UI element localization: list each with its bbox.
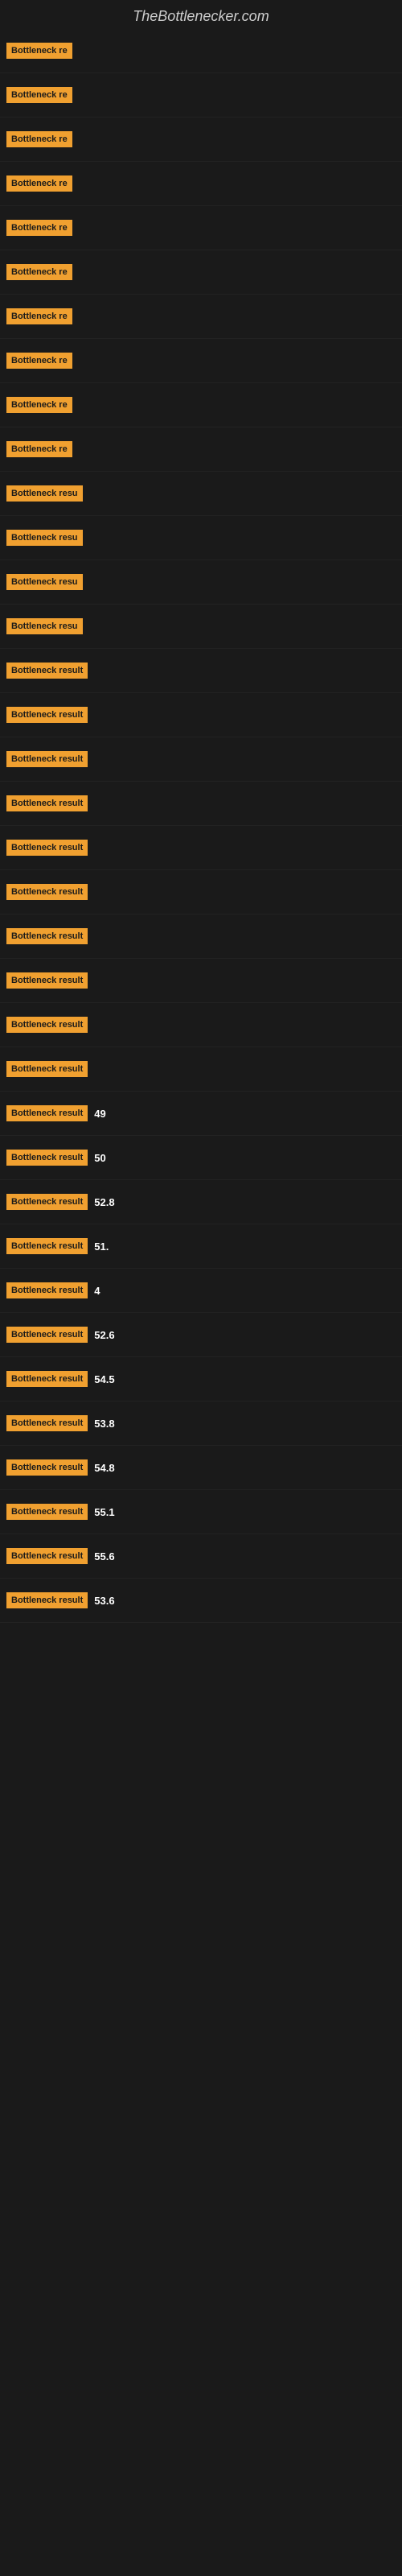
bottleneck-label: Bottleneck result — [6, 1548, 88, 1564]
bottleneck-label: Bottleneck resu — [6, 574, 83, 590]
bottleneck-value: 52.8 — [94, 1196, 114, 1208]
bottleneck-value: 53.6 — [94, 1595, 114, 1607]
table-row: Bottleneck result — [0, 737, 402, 782]
table-row: Bottleneck result — [0, 1047, 402, 1092]
bottleneck-value: 54.5 — [94, 1373, 114, 1385]
bottleneck-label: Bottleneck result — [6, 795, 88, 811]
table-row: Bottleneck result 50 — [0, 1136, 402, 1180]
table-row: Bottleneck result — [0, 782, 402, 826]
bottleneck-label: Bottleneck resu — [6, 485, 83, 502]
table-row: Bottleneck re — [0, 118, 402, 162]
bottleneck-label: Bottleneck result — [6, 1415, 88, 1431]
table-row: Bottleneck result 4 — [0, 1269, 402, 1313]
bottleneck-label: Bottleneck result — [6, 1504, 88, 1520]
table-row: Bottleneck result 53.6 — [0, 1579, 402, 1623]
bottleneck-label: Bottleneck result — [6, 707, 88, 723]
table-row: Bottleneck re — [0, 162, 402, 206]
bottleneck-value: 50 — [94, 1152, 105, 1164]
bottleneck-value: 53.8 — [94, 1418, 114, 1430]
bottleneck-label: Bottleneck resu — [6, 530, 83, 546]
table-row: Bottleneck resu — [0, 605, 402, 649]
table-row: Bottleneck result 54.5 — [0, 1357, 402, 1402]
table-row: Bottleneck result — [0, 826, 402, 870]
table-row: Bottleneck result 54.8 — [0, 1446, 402, 1490]
table-row: Bottleneck re — [0, 339, 402, 383]
bottleneck-value: 55.1 — [94, 1506, 114, 1518]
bottleneck-label: Bottleneck result — [6, 663, 88, 679]
bottleneck-label: Bottleneck result — [6, 1459, 88, 1476]
bottleneck-value: 51. — [94, 1241, 109, 1253]
bottleneck-label: Bottleneck result — [6, 972, 88, 989]
bottleneck-label: Bottleneck re — [6, 43, 72, 59]
table-row: Bottleneck result — [0, 1003, 402, 1047]
table-row: Bottleneck re — [0, 29, 402, 73]
bottleneck-label: Bottleneck re — [6, 308, 72, 324]
table-row: Bottleneck re — [0, 73, 402, 118]
bottleneck-label: Bottleneck re — [6, 264, 72, 280]
table-row: Bottleneck re — [0, 250, 402, 295]
table-row: Bottleneck result — [0, 914, 402, 959]
bottleneck-label: Bottleneck re — [6, 175, 72, 192]
table-row: Bottleneck result — [0, 870, 402, 914]
rows-container: Bottleneck re Bottleneck re Bottleneck re B… — [0, 29, 402, 1639]
bottleneck-label: Bottleneck resu — [6, 618, 83, 634]
table-row: Bottleneck result 53.8 — [0, 1402, 402, 1446]
bottleneck-label: Bottleneck result — [6, 1017, 88, 1033]
bottleneck-label: Bottleneck result — [6, 840, 88, 856]
bottleneck-label: Bottleneck result — [6, 1282, 88, 1298]
table-row: Bottleneck result 52.8 — [0, 1180, 402, 1224]
bottleneck-label: Bottleneck re — [6, 220, 72, 236]
bottleneck-label: Bottleneck re — [6, 87, 72, 103]
bottleneck-label: Bottleneck result — [6, 1105, 88, 1121]
table-row: Bottleneck result — [0, 693, 402, 737]
bottleneck-label: Bottleneck result — [6, 884, 88, 900]
bottleneck-label: Bottleneck result — [6, 1592, 88, 1608]
table-row: Bottleneck resu — [0, 560, 402, 605]
bottleneck-label: Bottleneck result — [6, 1371, 88, 1387]
table-row: Bottleneck resu — [0, 516, 402, 560]
table-row: Bottleneck result — [0, 649, 402, 693]
bottleneck-label: Bottleneck re — [6, 397, 72, 413]
bottleneck-value: 49 — [94, 1108, 105, 1120]
bottleneck-label: Bottleneck result — [6, 1194, 88, 1210]
bottleneck-label: Bottleneck re — [6, 353, 72, 369]
bottleneck-label: Bottleneck result — [6, 751, 88, 767]
bottleneck-label: Bottleneck re — [6, 441, 72, 457]
bottleneck-label: Bottleneck result — [6, 1238, 88, 1254]
table-row: Bottleneck re — [0, 383, 402, 427]
bottleneck-value: 52.6 — [94, 1329, 114, 1341]
table-row: Bottleneck re — [0, 295, 402, 339]
header: TheBottlenecker.com — [0, 0, 402, 29]
bottleneck-value: 4 — [94, 1285, 100, 1297]
bottleneck-label: Bottleneck result — [6, 1327, 88, 1343]
table-row: Bottleneck result 51. — [0, 1224, 402, 1269]
table-row: Bottleneck resu — [0, 472, 402, 516]
table-row: Bottleneck re — [0, 206, 402, 250]
bottleneck-value: 55.6 — [94, 1550, 114, 1563]
bottleneck-label: Bottleneck result — [6, 928, 88, 944]
table-row: Bottleneck result — [0, 959, 402, 1003]
table-row: Bottleneck result 52.6 — [0, 1313, 402, 1357]
bottleneck-label: Bottleneck result — [6, 1061, 88, 1077]
table-row: Bottleneck re — [0, 427, 402, 472]
table-row: Bottleneck result 55.1 — [0, 1490, 402, 1534]
bottleneck-label: Bottleneck result — [6, 1150, 88, 1166]
table-row: Bottleneck result 49 — [0, 1092, 402, 1136]
table-row: Bottleneck result 55.6 — [0, 1534, 402, 1579]
bottleneck-label: Bottleneck re — [6, 131, 72, 147]
bottleneck-value: 54.8 — [94, 1462, 114, 1474]
site-title: TheBottlenecker.com — [0, 0, 402, 29]
